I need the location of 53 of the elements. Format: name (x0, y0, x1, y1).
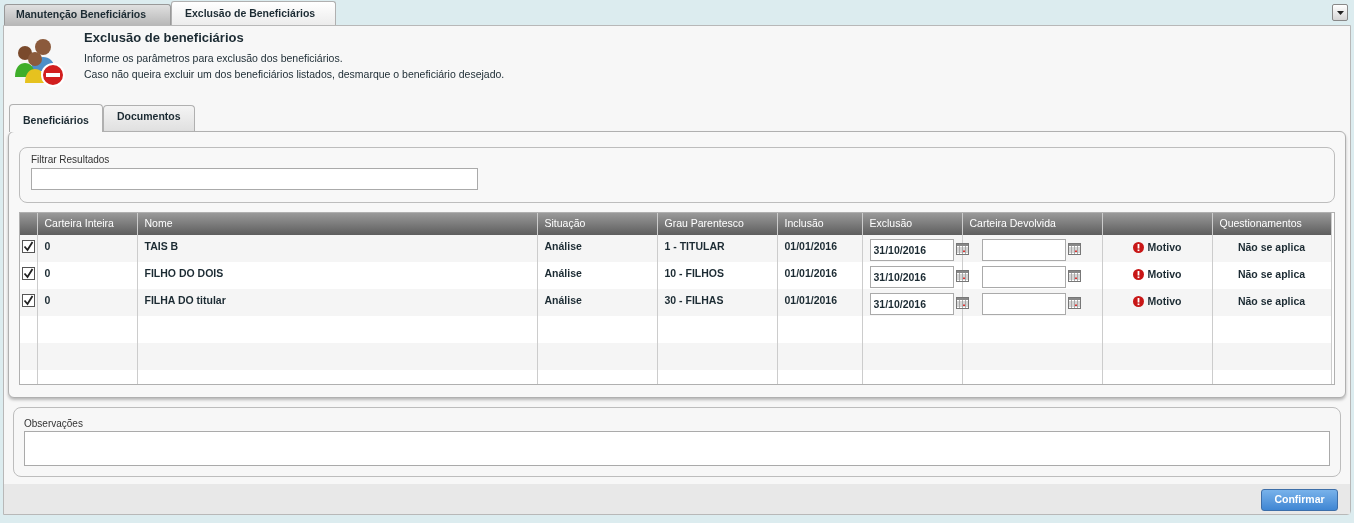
date-field[interactable] (981, 293, 1066, 315)
reason-link[interactable]: Motivo (1147, 267, 1182, 283)
tab[interactable]: Exclusão de Beneficiários (171, 1, 336, 25)
alert-icon (1132, 269, 1144, 281)
table-cell: 0 (44, 240, 51, 252)
alert-icon (1132, 242, 1144, 254)
calendar-icon[interactable] (1067, 270, 1081, 282)
table-cell: FILHO DO DOIS (144, 267, 224, 279)
date-field[interactable]: 31/10/2016 (869, 266, 954, 288)
checkbox[interactable] (22, 240, 35, 253)
tab[interactable]: Manutenção Beneficiários (4, 4, 171, 25)
table-cell: Análise (544, 267, 582, 279)
instruction-text: Caso não queira excluir um dos beneficiários listados, desmarque o beneficiário desejado. (84, 67, 505, 82)
table-cell: 0 (44, 267, 51, 279)
table-cell: TAIS B (144, 240, 179, 252)
notes-label: Observações (24, 418, 84, 430)
filter-field[interactable] (31, 168, 478, 190)
table-cell: 1 - TITULAR (664, 240, 725, 252)
page-title: Exclusão de beneficiários (84, 29, 245, 47)
date-field[interactable] (981, 266, 1066, 288)
table-cell: FILHA DO titular (144, 294, 226, 306)
table-cell: 10 - FILHOS (664, 267, 724, 279)
date-field[interactable]: 31/10/2016 (869, 239, 954, 261)
date-field[interactable] (981, 239, 1066, 261)
checkbox[interactable] (22, 267, 35, 280)
tab[interactable]: Documentos (102, 105, 195, 131)
filter-label: Filtrar Resultados (31, 154, 111, 166)
reason-link[interactable]: Motivo (1147, 240, 1182, 256)
calendar-icon[interactable] (955, 243, 969, 255)
table-cell: Análise (544, 294, 582, 306)
dropdown-button[interactable] (1332, 4, 1348, 21)
notes-field[interactable] (24, 431, 1330, 466)
reason-link[interactable]: Motivo (1147, 294, 1182, 310)
caret-icon (1336, 10, 1344, 15)
table-cell: Não se aplica (1237, 241, 1306, 253)
table-cell: Análise (544, 240, 582, 252)
table-cell: 01/01/2016 (784, 240, 838, 252)
table-cell: 01/01/2016 (784, 267, 838, 279)
table-cell: 30 - FILHAS (664, 294, 724, 306)
instruction-text: Informe os parâmetros para exclusão dos beneficiários. (84, 51, 344, 66)
checkbox[interactable] (22, 294, 35, 307)
calendar-icon[interactable] (955, 297, 969, 309)
tab[interactable]: Beneficiários (9, 104, 103, 132)
calendar-icon[interactable] (1067, 297, 1081, 309)
date-field[interactable]: 31/10/2016 (869, 293, 954, 315)
table-cell: Não se aplica (1237, 268, 1306, 280)
calendar-icon[interactable] (1067, 243, 1081, 255)
table-cell: Não se aplica (1237, 295, 1306, 307)
table-cell: 01/01/2016 (784, 294, 838, 306)
users-remove-icon (13, 37, 65, 87)
table-cell: 0 (44, 294, 51, 306)
alert-icon (1132, 296, 1144, 308)
calendar-icon[interactable] (955, 270, 969, 282)
